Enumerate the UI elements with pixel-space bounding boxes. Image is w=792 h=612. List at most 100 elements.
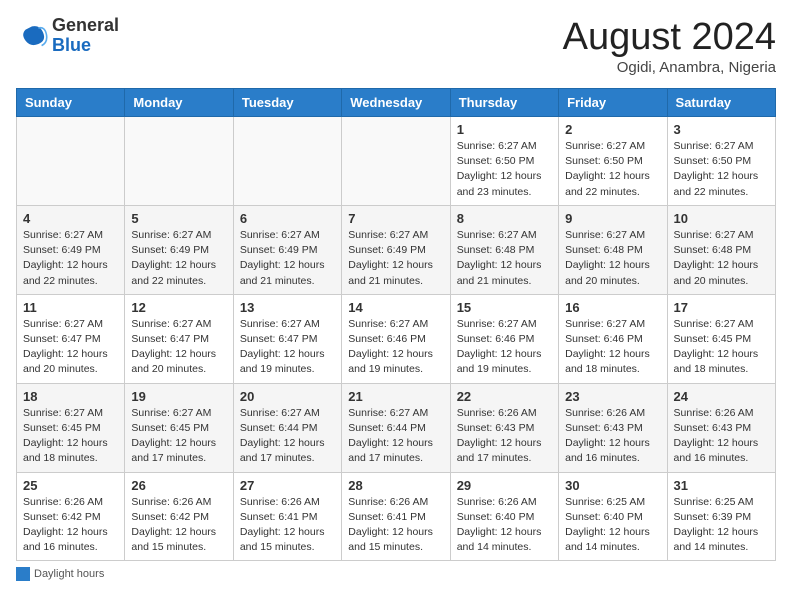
calendar-cell [125, 117, 233, 206]
day-info: Sunrise: 6:27 AM Sunset: 6:48 PM Dayligh… [565, 228, 660, 289]
day-info: Sunrise: 6:27 AM Sunset: 6:46 PM Dayligh… [565, 317, 660, 378]
day-number: 11 [23, 300, 118, 315]
calendar-cell: 23Sunrise: 6:26 AM Sunset: 6:43 PM Dayli… [559, 383, 667, 472]
day-number: 28 [348, 478, 443, 493]
day-info: Sunrise: 6:26 AM Sunset: 6:41 PM Dayligh… [240, 495, 335, 556]
day-info: Sunrise: 6:27 AM Sunset: 6:49 PM Dayligh… [240, 228, 335, 289]
day-number: 24 [674, 389, 769, 404]
page-header: General Blue August 2024 Ogidi, Anambra,… [16, 16, 776, 76]
day-number: 5 [131, 211, 226, 226]
day-number: 22 [457, 389, 552, 404]
calendar-cell [233, 117, 341, 206]
calendar-cell [17, 117, 125, 206]
logo-icon [16, 20, 48, 52]
calendar-cell: 5 Sunrise: 6:27 AM Sunset: 6:49 PM Daylig… [125, 205, 233, 294]
day-number: 10 [674, 211, 769, 226]
day-number: 19 [131, 389, 226, 404]
calendar-header-monday: Monday [125, 89, 233, 117]
calendar-header-row: SundayMondayTuesdayWednesdayThursdayFrid… [17, 89, 776, 117]
calendar-cell: 1 Sunrise: 6:27 AM Sunset: 6:50 PM Daylig… [450, 117, 558, 206]
day-info: Sunrise: 6:27 AM Sunset: 6:50 PM Dayligh… [565, 139, 660, 200]
day-info: Sunrise: 6:27 AM Sunset: 6:44 PM Dayligh… [240, 406, 335, 467]
calendar-cell [342, 117, 450, 206]
location: Ogidi, Anambra, Nigeria [563, 59, 776, 76]
day-number: 21 [348, 389, 443, 404]
day-info: Sunrise: 6:27 AM Sunset: 6:48 PM Dayligh… [674, 228, 769, 289]
day-info: Sunrise: 6:27 AM Sunset: 6:50 PM Dayligh… [674, 139, 769, 200]
day-info: Sunrise: 6:27 AM Sunset: 6:45 PM Dayligh… [131, 406, 226, 467]
calendar-cell: 18 Sunrise: 6:27 AM Sunset: 6:45 PM Dayli… [17, 383, 125, 472]
day-info: Sunrise: 6:26 AM Sunset: 6:42 PM Dayligh… [23, 495, 118, 556]
calendar-cell: 7Sunrise: 6:27 AM Sunset: 6:49 PM Daylig… [342, 205, 450, 294]
calendar-cell: 19 Sunrise: 6:27 AM Sunset: 6:45 PM Dayli… [125, 383, 233, 472]
calendar-week-row: 18 Sunrise: 6:27 AM Sunset: 6:45 PM Dayli… [17, 383, 776, 472]
day-number: 13 [240, 300, 335, 315]
day-number: 20 [240, 389, 335, 404]
calendar-cell: 4 Sunrise: 6:27 AM Sunset: 6:49 PM Daylig… [17, 205, 125, 294]
day-info: Sunrise: 6:27 AM Sunset: 6:47 PM Dayligh… [131, 317, 226, 378]
day-info: Sunrise: 6:27 AM Sunset: 6:44 PM Dayligh… [348, 406, 443, 467]
calendar-cell: 28 Sunrise: 6:26 AM Sunset: 6:41 PM Dayli… [342, 472, 450, 561]
day-number: 29 [457, 478, 552, 493]
day-info: Sunrise: 6:27 AM Sunset: 6:49 PM Dayligh… [131, 228, 226, 289]
day-number: 26 [131, 478, 226, 493]
calendar-cell: 12 Sunrise: 6:27 AM Sunset: 6:47 PM Dayli… [125, 294, 233, 383]
calendar-header-friday: Friday [559, 89, 667, 117]
day-number: 30 [565, 478, 660, 493]
day-number: 6 [240, 211, 335, 226]
day-number: 17 [674, 300, 769, 315]
day-info: Sunrise: 6:26 AM Sunset: 6:43 PM Dayligh… [457, 406, 552, 467]
calendar-cell: 8Sunrise: 6:27 AM Sunset: 6:48 PM Daylig… [450, 205, 558, 294]
day-number: 27 [240, 478, 335, 493]
day-number: 12 [131, 300, 226, 315]
day-number: 4 [23, 211, 118, 226]
calendar-cell: 14 Sunrise: 6:27 AM Sunset: 6:46 PM Dayli… [342, 294, 450, 383]
calendar-cell: 21 Sunrise: 6:27 AM Sunset: 6:44 PM Dayli… [342, 383, 450, 472]
month-year: August 2024 [563, 16, 776, 59]
calendar-header-saturday: Saturday [667, 89, 775, 117]
day-number: 7 [348, 211, 443, 226]
day-number: 14 [348, 300, 443, 315]
day-number: 9 [565, 211, 660, 226]
logo: General Blue [16, 16, 119, 56]
day-info: Sunrise: 6:27 AM Sunset: 6:49 PM Dayligh… [23, 228, 118, 289]
calendar-cell: 29 Sunrise: 6:26 AM Sunset: 6:40 PM Dayli… [450, 472, 558, 561]
day-number: 1 [457, 122, 552, 137]
calendar-header-thursday: Thursday [450, 89, 558, 117]
calendar-cell: 24 Sunrise: 6:26 AM Sunset: 6:43 PM Dayli… [667, 383, 775, 472]
calendar-header-sunday: Sunday [17, 89, 125, 117]
calendar-cell: 13Sunrise: 6:27 AM Sunset: 6:47 PM Dayli… [233, 294, 341, 383]
calendar-cell: 17Sunrise: 6:27 AM Sunset: 6:45 PM Dayli… [667, 294, 775, 383]
calendar-cell: 15Sunrise: 6:27 AM Sunset: 6:46 PM Dayli… [450, 294, 558, 383]
day-number: 16 [565, 300, 660, 315]
calendar-cell: 6 Sunrise: 6:27 AM Sunset: 6:49 PM Daylig… [233, 205, 341, 294]
day-number: 8 [457, 211, 552, 226]
calendar-week-row: 1 Sunrise: 6:27 AM Sunset: 6:50 PM Daylig… [17, 117, 776, 206]
day-number: 23 [565, 389, 660, 404]
day-number: 18 [23, 389, 118, 404]
calendar-cell: 9 Sunrise: 6:27 AM Sunset: 6:48 PM Daylig… [559, 205, 667, 294]
calendar-header-wednesday: Wednesday [342, 89, 450, 117]
legend: Daylight hours [16, 567, 776, 584]
calendar-cell: 10 Sunrise: 6:27 AM Sunset: 6:48 PM Dayli… [667, 205, 775, 294]
day-info: Sunrise: 6:26 AM Sunset: 6:42 PM Dayligh… [131, 495, 226, 556]
calendar-cell: 2 Sunrise: 6:27 AM Sunset: 6:50 PM Daylig… [559, 117, 667, 206]
logo-text: General Blue [52, 16, 119, 56]
day-info: Sunrise: 6:25 AM Sunset: 6:40 PM Dayligh… [565, 495, 660, 556]
day-info: Sunrise: 6:27 AM Sunset: 6:50 PM Dayligh… [457, 139, 552, 200]
calendar-cell: 31Sunrise: 6:25 AM Sunset: 6:39 PM Dayli… [667, 472, 775, 561]
day-info: Sunrise: 6:27 AM Sunset: 6:45 PM Dayligh… [23, 406, 118, 467]
day-info: Sunrise: 6:26 AM Sunset: 6:41 PM Dayligh… [348, 495, 443, 556]
day-number: 3 [674, 122, 769, 137]
day-info: Sunrise: 6:27 AM Sunset: 6:46 PM Dayligh… [348, 317, 443, 378]
day-info: Sunrise: 6:26 AM Sunset: 6:40 PM Dayligh… [457, 495, 552, 556]
calendar-cell: 22 Sunrise: 6:26 AM Sunset: 6:43 PM Dayli… [450, 383, 558, 472]
calendar-week-row: 25Sunrise: 6:26 AM Sunset: 6:42 PM Dayli… [17, 472, 776, 561]
calendar-week-row: 4 Sunrise: 6:27 AM Sunset: 6:49 PM Daylig… [17, 205, 776, 294]
day-number: 2 [565, 122, 660, 137]
day-info: Sunrise: 6:27 AM Sunset: 6:46 PM Dayligh… [457, 317, 552, 378]
day-info: Sunrise: 6:26 AM Sunset: 6:43 PM Dayligh… [674, 406, 769, 467]
calendar-cell: 26 Sunrise: 6:26 AM Sunset: 6:42 PM Dayli… [125, 472, 233, 561]
legend-box [16, 567, 30, 581]
calendar-cell: 16 Sunrise: 6:27 AM Sunset: 6:46 PM Dayli… [559, 294, 667, 383]
